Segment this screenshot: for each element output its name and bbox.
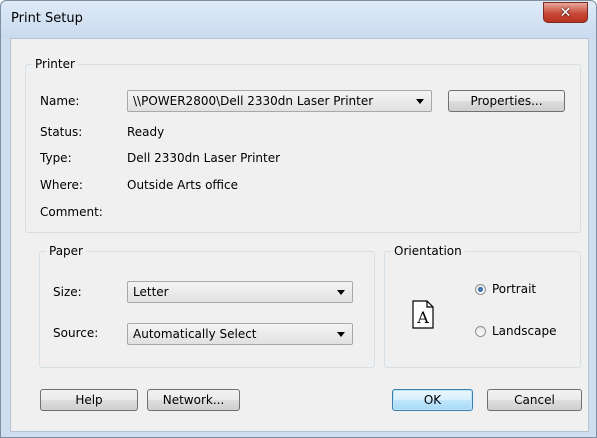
paper-source-value: Automatically Select [133, 327, 257, 341]
dialog-client-area: Printer Name: \\POWER2800\Dell 2330dn La… [10, 38, 589, 432]
properties-button[interactable]: Properties... [448, 90, 565, 112]
type-label: Type: [40, 151, 72, 165]
paper-size-label: Size: [53, 285, 82, 299]
printer-name-label: Name: [40, 94, 80, 108]
network-button[interactable]: Network... [147, 389, 240, 411]
close-icon: ✕ [559, 4, 572, 21]
paper-size-value: Letter [133, 285, 169, 299]
paper-group: Paper [39, 244, 375, 368]
help-button[interactable]: Help [40, 389, 138, 411]
portrait-label[interactable]: Portrait [492, 282, 536, 296]
printer-name-select[interactable]: \\POWER2800\Dell 2330dn Laser Printer [127, 90, 432, 112]
paper-size-select[interactable]: Letter [127, 281, 353, 303]
type-value: Dell 2330dn Laser Printer [127, 151, 281, 165]
paper-source-select[interactable]: Automatically Select [127, 323, 353, 345]
page-icon-letter: A [416, 308, 429, 327]
cancel-button[interactable]: Cancel [487, 389, 582, 411]
chevron-down-icon [416, 99, 424, 104]
landscape-radio[interactable] [475, 326, 486, 337]
paper-source-label: Source: [53, 326, 99, 340]
chevron-down-icon [337, 332, 345, 337]
portrait-page-icon: A [412, 300, 434, 329]
where-label: Where: [40, 178, 83, 192]
orientation-group-label: Orientation [394, 244, 462, 258]
portrait-radio[interactable] [475, 284, 486, 295]
print-setup-dialog: Print Setup ✕ Printer Name: \\POWER2800\… [0, 0, 597, 438]
window-title: Print Setup [11, 11, 83, 26]
where-value: Outside Arts office [127, 178, 238, 192]
landscape-label[interactable]: Landscape [492, 324, 556, 338]
chevron-down-icon [337, 290, 345, 295]
status-value: Ready [127, 125, 165, 139]
printer-group: Printer [25, 57, 581, 233]
ok-button[interactable]: OK [392, 389, 473, 411]
printer-name-value: \\POWER2800\Dell 2330dn Laser Printer [133, 94, 374, 108]
title-bar[interactable]: Print Setup ✕ [1, 1, 596, 38]
close-button[interactable]: ✕ [543, 2, 588, 23]
comment-label: Comment: [40, 205, 103, 219]
status-label: Status: [40, 125, 83, 139]
paper-group-label: Paper [49, 244, 83, 258]
printer-group-label: Printer [35, 57, 75, 71]
